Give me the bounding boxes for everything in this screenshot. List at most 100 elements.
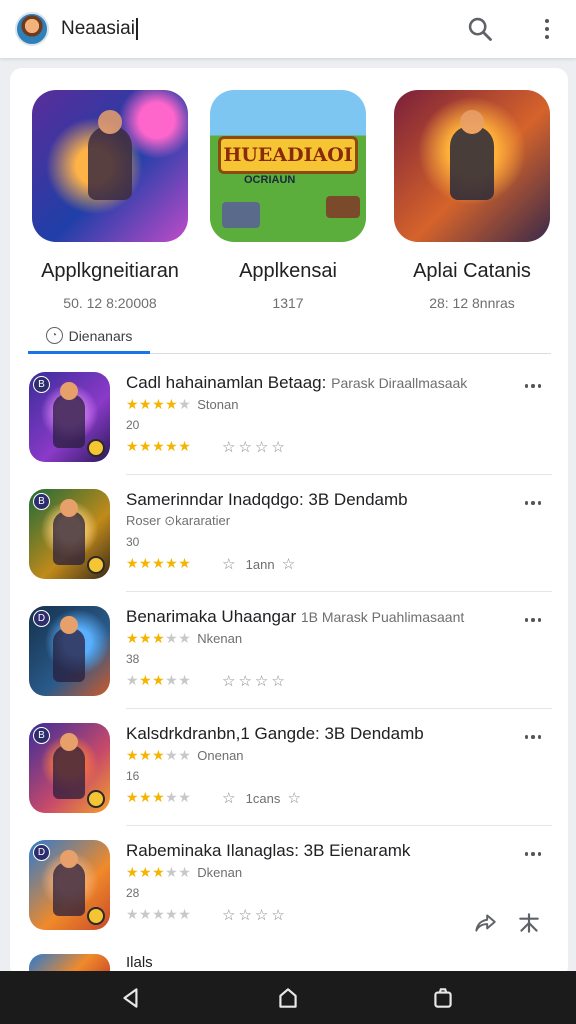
list-item[interactable]: D Benarimaka Uhaangar 1B Marask Puahlima… [10,592,568,709]
featured-app-image [394,90,550,242]
app-title-text: Samerinndar Inadqdgo: 3B Dendamb [126,490,408,509]
star-rating: ★★★★★ [126,864,192,880]
review-count: 20 [126,418,140,432]
rating-row: ★★★★★ Nkenan [126,630,242,647]
review-count: 28 [126,886,140,900]
rating-bar: ★★★★★ ☆☆☆☆ [126,672,326,690]
featured-app-name: Applkgneitiaran [41,260,179,282]
star-rating-display: ★★★★★ [126,789,192,805]
featured-app-name: Applkensai [239,260,337,282]
app-title: Benarimaka Uhaangar 1B Marask Puahlimasa… [126,607,506,627]
featured-app-image: HUEADIAOI OCRIAUN [210,90,366,242]
rate-stars[interactable]: ☆☆☆☆ [222,906,288,924]
tab-bar: ◔ Dienanars [28,320,551,354]
star-rating: ★★★★★ [126,747,192,763]
list-item[interactable]: B Kalsdrkdranbn,1 Gangde: 3B Dendamb ★★★… [10,709,568,826]
review-count: 30 [126,535,140,549]
app-icon-image: D [29,840,110,930]
featured-app-meta: 1317 [272,295,304,311]
rate-stars[interactable]: ☆☆☆☆ [222,672,288,690]
clock-icon: ◔ [45,327,63,344]
app-title: Cadl hahainamlan Betaag: Parask Diraallm… [126,373,506,393]
app-title-text: Rabeminaka Ilanaglas: 3B Eienaramk [126,841,411,860]
badge-icon: D [33,610,50,627]
more-horiz-icon[interactable] [520,844,546,864]
rating-bar: ★★★★★ ☆ 1ann ☆ [126,555,326,573]
tab-label: Dienanars [68,327,133,344]
more-horiz-icon[interactable] [520,727,546,747]
recents-icon[interactable] [430,985,456,1011]
text-cursor [135,18,138,40]
rating-bar: ★★★★★ ☆ 1cans ☆ [126,789,326,807]
rating-row: Roser ⊙kararatier [126,513,230,529]
app-icon-image: B [29,489,110,579]
app-title: Rabeminaka Ilanaglas: 3B Eienaramk [126,841,506,861]
badge-icon: B [33,493,50,510]
more-vert-icon[interactable] [536,14,558,44]
rating-row: ★★★★★ Dkenan [126,864,242,881]
coin-icon [87,556,105,574]
star-rating-display: ★★★★★ [126,672,192,688]
more-horiz-icon[interactable] [520,610,546,630]
search-bar: Neaasiai [0,0,576,58]
coin-icon [87,790,105,808]
peek-app-title[interactable]: Ilals [126,954,153,971]
rating-label: Nkenan [197,631,243,646]
rate-label: 1cans [245,791,281,806]
app-subtitle: Parask Diraallmasaak [331,375,468,391]
rating-row: ★★★★★ Stonan [126,396,238,413]
rating-bar: ★★★★★ ☆☆☆☆ [126,906,326,924]
featured-app-meta: 50. 12 8:20008 [63,295,157,311]
app-title-text: Kalsdrkdranbn,1 Gangde: 3B Dendamb [126,724,424,743]
review-count: 16 [126,769,140,783]
app-title: Samerinndar Inadqdgo: 3B Dendamb [126,490,506,510]
featured-item[interactable]: Aplai Catanis 28: 12 8nnras [392,90,552,311]
rating-label: Roser ⊙kararatier [126,513,231,528]
search-icon[interactable] [466,15,494,43]
review-count: 38 [126,652,140,666]
rating-label: Onenan [197,748,244,763]
avatar-icon[interactable] [15,12,49,46]
list-item[interactable]: B Cadl hahainamlan Betaag: Parask Diraal… [10,358,568,475]
app-title: Kalsdrkdranbn,1 Gangde: 3B Dendamb [126,724,506,744]
app-title-text: Benarimaka Uhaangar [126,607,297,626]
list-item[interactable]: B Samerinndar Inadqdgo: 3B Dendamb Roser… [10,475,568,592]
featured-item[interactable]: HUEADIAOI OCRIAUN Applkensai 1317 [208,90,368,311]
star-rating-display: ★★★★★ [126,555,192,571]
search-query: Neaasiai [61,18,135,39]
coin-icon [87,439,105,457]
pin-icon[interactable] [516,910,542,936]
featured-art-subtitle: OCRIAUN [244,174,296,186]
featured-art-title: HUEADIAOI [218,136,358,174]
rating-label: Stonan [197,397,239,412]
coin-icon [87,907,105,925]
rating-row: ★★★★★ Onenan [126,747,244,764]
share-icon[interactable] [472,910,498,936]
rate-stars[interactable]: ☆ 1ann ☆ [222,555,298,573]
rate-label: 1ann [245,557,275,572]
featured-app-name: Aplai Catanis [413,260,531,282]
featured-carousel: Applkgneitiaran 50. 12 8:20008 HUEADIAOI… [10,90,568,311]
featured-item[interactable]: Applkgneitiaran 50. 12 8:20008 [30,90,190,311]
search-input[interactable]: Neaasiai [61,18,138,40]
app-title-text: Cadl hahainamlan Betaag: [126,373,327,392]
app-icon-image: B [29,723,110,813]
star-rating: ★★★★★ [126,396,192,412]
tab-dienanars[interactable]: ◔ Dienanars [28,320,150,354]
home-icon[interactable] [275,985,301,1011]
more-horiz-icon[interactable] [520,493,546,513]
rate-stars[interactable]: ☆☆☆☆ [222,438,288,456]
star-rating-display: ★★★★★ [126,438,192,454]
content-card: Applkgneitiaran 50. 12 8:20008 HUEADIAOI… [10,68,568,978]
more-horiz-icon[interactable] [520,376,546,396]
rating-label: Dkenan [197,865,243,880]
rate-stars[interactable]: ☆ 1cans ☆ [222,789,304,807]
rating-bar: ★★★★★ ☆☆☆☆ [126,438,326,456]
system-navbar [0,971,576,1024]
star-rating-display: ★★★★★ [126,906,192,922]
back-icon[interactable] [118,985,144,1011]
featured-app-meta: 28: 12 8nnras [429,295,515,311]
app-icon-image: D [29,606,110,696]
app-icon-image: B [29,372,110,462]
star-rating: ★★★★★ [126,630,192,646]
